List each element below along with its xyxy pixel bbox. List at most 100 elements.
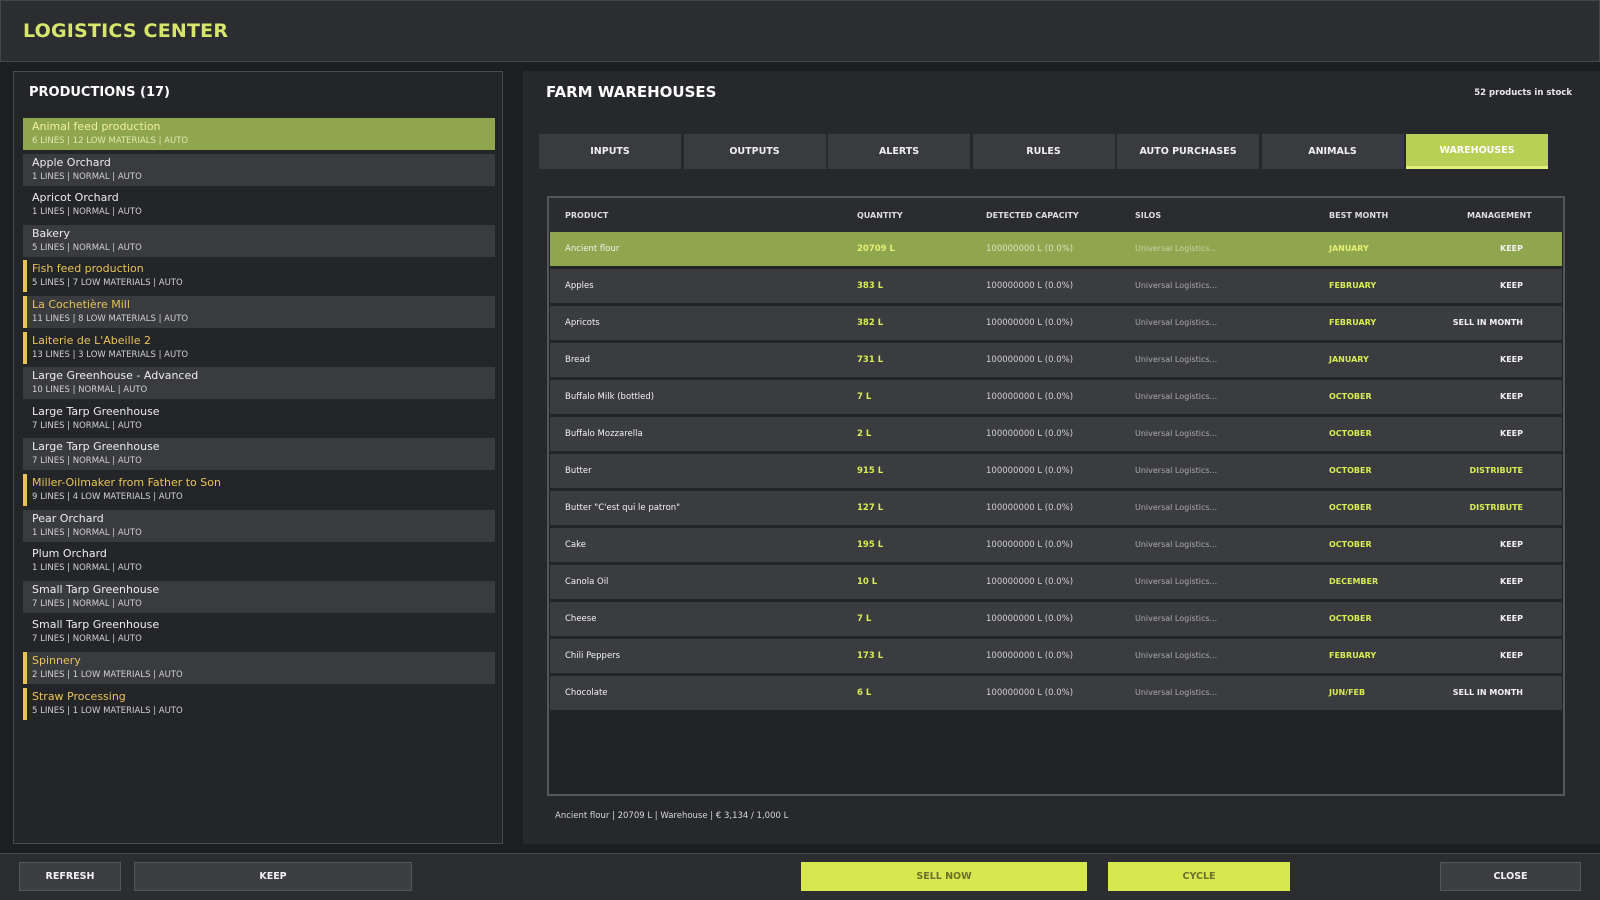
sell-now-button[interactable]: SELL NOW xyxy=(801,862,1087,891)
cell-product: Canola Oil xyxy=(565,577,609,587)
table-row[interactable]: Chocolate 6 L 100000000 L (0.0%) Universal … xyxy=(550,676,1562,710)
cell-capacity: 100000000 L (0.0%) xyxy=(986,244,1074,254)
table-row[interactable]: Buffalo Mozzarella 2 L 100000000 L (0.0%) U… xyxy=(550,417,1562,451)
cell-best-month: OCTOBER xyxy=(1329,503,1372,512)
tab-inputs[interactable]: INPUTS xyxy=(539,134,681,169)
cell-management: KEEP xyxy=(1500,577,1523,586)
production-item[interactable]: Miller-Oilmaker from Father to Son 9 LINE… xyxy=(23,473,495,506)
production-name: Bakery xyxy=(32,226,71,240)
production-item[interactable]: Bakery 5 LINES | NORMAL | AUTO xyxy=(23,224,495,257)
production-item[interactable]: Spinnery 2 LINES | 1 LOW MATERIALS | AUTO xyxy=(23,651,495,684)
production-details: 9 LINES | 4 LOW MATERIALS | AUTO xyxy=(32,491,183,502)
cell-silos: Universal Logistics... xyxy=(1135,355,1218,364)
column-header-capacity[interactable]: DETECTED CAPACITY xyxy=(986,211,1079,220)
production-item[interactable]: Pear Orchard 1 LINES | NORMAL | AUTO xyxy=(23,509,495,542)
table-row[interactable]: Butter "C'est qui le patron" 127 L 1000000… xyxy=(550,491,1562,525)
cell-product: Apples xyxy=(565,281,594,291)
cell-capacity: 100000000 L (0.0%) xyxy=(986,281,1074,291)
production-name: Large Tarp Greenhouse xyxy=(32,404,160,418)
column-header-quantity[interactable]: QUANTITY xyxy=(857,211,903,220)
close-button[interactable]: CLOSE xyxy=(1440,862,1581,891)
cell-silos: Universal Logistics... xyxy=(1135,281,1218,290)
production-item[interactable]: La Cochetière Mill 11 LINES | 8 LOW MATER… xyxy=(23,295,495,328)
production-item[interactable]: Plum Orchard 1 LINES | NORMAL | AUTO xyxy=(23,545,495,577)
cell-silos: Universal Logistics... xyxy=(1135,244,1218,253)
warehouses-panel: FARM WAREHOUSES 52 products in stock INP… xyxy=(523,71,1600,844)
production-name: Large Tarp Greenhouse xyxy=(32,440,160,454)
cell-quantity: 731 L xyxy=(857,355,884,365)
cell-management: DISTRIBUTE xyxy=(1469,466,1524,475)
table-row[interactable]: Cake 195 L 100000000 L (0.0%) Universal Log… xyxy=(550,528,1562,562)
cell-product: Cheese xyxy=(565,614,597,624)
keep-button[interactable]: KEEP xyxy=(134,862,412,891)
table-row[interactable]: Buffalo Milk (bottled) 7 L 100000000 L (0.… xyxy=(550,380,1562,414)
tab-auto-purchases[interactable]: AUTO PURCHASES xyxy=(1117,134,1259,169)
cell-quantity: 7 L xyxy=(857,392,872,402)
column-header-product[interactable]: PRODUCT xyxy=(565,211,608,220)
cell-quantity: 7 L xyxy=(857,614,872,624)
footer-bar: REFRESH KEEP SELL NOW CYCLE CLOSE xyxy=(0,853,1600,900)
cell-quantity: 383 L xyxy=(857,281,884,291)
production-item[interactable]: Large Greenhouse - Advanced 10 LINES | NO… xyxy=(23,367,495,400)
table-row[interactable]: Chili Peppers 173 L 100000000 L (0.0%) Univ… xyxy=(550,639,1562,673)
warehouse-table: PRODUCT QUANTITY DETECTED CAPACITY SILOS… xyxy=(547,196,1565,796)
cell-capacity: 100000000 L (0.0%) xyxy=(986,429,1074,439)
cell-silos: Universal Logistics... xyxy=(1135,318,1218,327)
column-header-best-month[interactable]: BEST MONTH xyxy=(1329,211,1388,220)
cell-product: Chili Peppers xyxy=(565,651,621,661)
cell-management: KEEP xyxy=(1500,355,1523,364)
production-details: 7 LINES | NORMAL | AUTO xyxy=(32,634,142,645)
cell-management: KEEP xyxy=(1500,392,1523,401)
refresh-button[interactable]: REFRESH xyxy=(19,862,121,891)
cycle-button[interactable]: CYCLE xyxy=(1108,862,1290,891)
cell-product: Cake xyxy=(565,540,586,550)
production-item[interactable]: Large Tarp Greenhouse 7 LINES | NORMAL | … xyxy=(23,438,495,471)
cell-quantity: 6 L xyxy=(857,688,872,698)
cell-quantity: 173 L xyxy=(857,651,884,661)
production-item[interactable]: Small Tarp Greenhouse 7 LINES | NORMAL | … xyxy=(23,616,495,648)
cell-quantity: 10 L xyxy=(857,577,878,587)
table-row[interactable]: Butter 915 L 100000000 L (0.0%) Universal L… xyxy=(550,454,1562,488)
cell-silos: Universal Logistics... xyxy=(1135,540,1218,549)
production-item[interactable]: Fish feed production 5 LINES | 7 LOW MATE… xyxy=(23,260,495,293)
production-name: Laiterie de L'Abeille 2 xyxy=(32,333,151,347)
cell-silos: Universal Logistics... xyxy=(1135,429,1218,438)
cell-silos: Universal Logistics... xyxy=(1135,577,1218,586)
production-item[interactable]: Apricot Orchard 1 LINES | NORMAL | AUTO xyxy=(23,189,495,221)
production-item[interactable]: Large Tarp Greenhouse 7 LINES | NORMAL | … xyxy=(23,403,495,435)
tab-alerts[interactable]: ALERTS xyxy=(828,134,970,169)
table-body: Ancient flour 20709 L 100000000 L (0.0%) Un… xyxy=(550,232,1562,713)
production-item[interactable]: Animal feed production 6 LINES | 12 LOW M… xyxy=(23,118,495,150)
production-details: 1 LINES | NORMAL | AUTO xyxy=(32,171,142,182)
production-details: 7 LINES | NORMAL | AUTO xyxy=(32,456,142,467)
tab-rules[interactable]: RULES xyxy=(972,134,1115,169)
cell-product: Bread xyxy=(565,355,590,365)
cell-best-month: OCTOBER xyxy=(1329,392,1372,401)
tab-animals[interactable]: ANIMALS xyxy=(1261,134,1404,169)
cell-best-month: FEBRUARY xyxy=(1329,651,1377,660)
production-item[interactable]: Straw Processing 5 LINES | 1 LOW MATERIAL… xyxy=(23,687,495,720)
cell-best-month: OCTOBER xyxy=(1329,466,1372,475)
production-details: 5 LINES | 1 LOW MATERIALS | AUTO xyxy=(32,705,183,716)
production-item[interactable]: Laiterie de L'Abeille 2 13 LINES | 3 LOW … xyxy=(23,331,495,364)
app-title: LOGISTICS CENTER xyxy=(23,20,229,42)
production-details: 10 LINES | NORMAL | AUTO xyxy=(32,385,148,396)
table-row[interactable]: Canola Oil 10 L 100000000 L (0.0%) Universa… xyxy=(550,565,1562,599)
table-row[interactable]: Apricots 382 L 100000000 L (0.0%) Universal… xyxy=(550,306,1562,340)
column-header-silos[interactable]: SILOS xyxy=(1135,211,1161,220)
table-row[interactable]: Ancient flour 20709 L 100000000 L (0.0%) Un… xyxy=(550,232,1562,266)
production-item[interactable]: Apple Orchard 1 LINES | NORMAL | AUTO xyxy=(23,153,495,186)
production-name: Apricot Orchard xyxy=(32,191,119,205)
cell-management: SELL IN MONTH xyxy=(1452,688,1523,697)
production-item[interactable]: Small Tarp Greenhouse 7 LINES | NORMAL | … xyxy=(23,580,495,613)
tab-warehouses[interactable]: WAREHOUSES xyxy=(1406,134,1548,169)
production-name: Straw Processing xyxy=(32,689,126,703)
stock-count: 52 products in stock xyxy=(1474,88,1572,98)
production-name: Plum Orchard xyxy=(32,547,107,561)
table-row[interactable]: Bread 731 L 100000000 L (0.0%) Universal Lo… xyxy=(550,343,1562,377)
column-header-management[interactable]: MANAGEMENT xyxy=(1467,211,1532,220)
tab-outputs[interactable]: OUTPUTS xyxy=(683,134,826,169)
cell-management: KEEP xyxy=(1500,281,1523,290)
table-row[interactable]: Cheese 7 L 100000000 L (0.0%) Universal Log… xyxy=(550,602,1562,636)
table-row[interactable]: Apples 383 L 100000000 L (0.0%) Universal L… xyxy=(550,269,1562,303)
